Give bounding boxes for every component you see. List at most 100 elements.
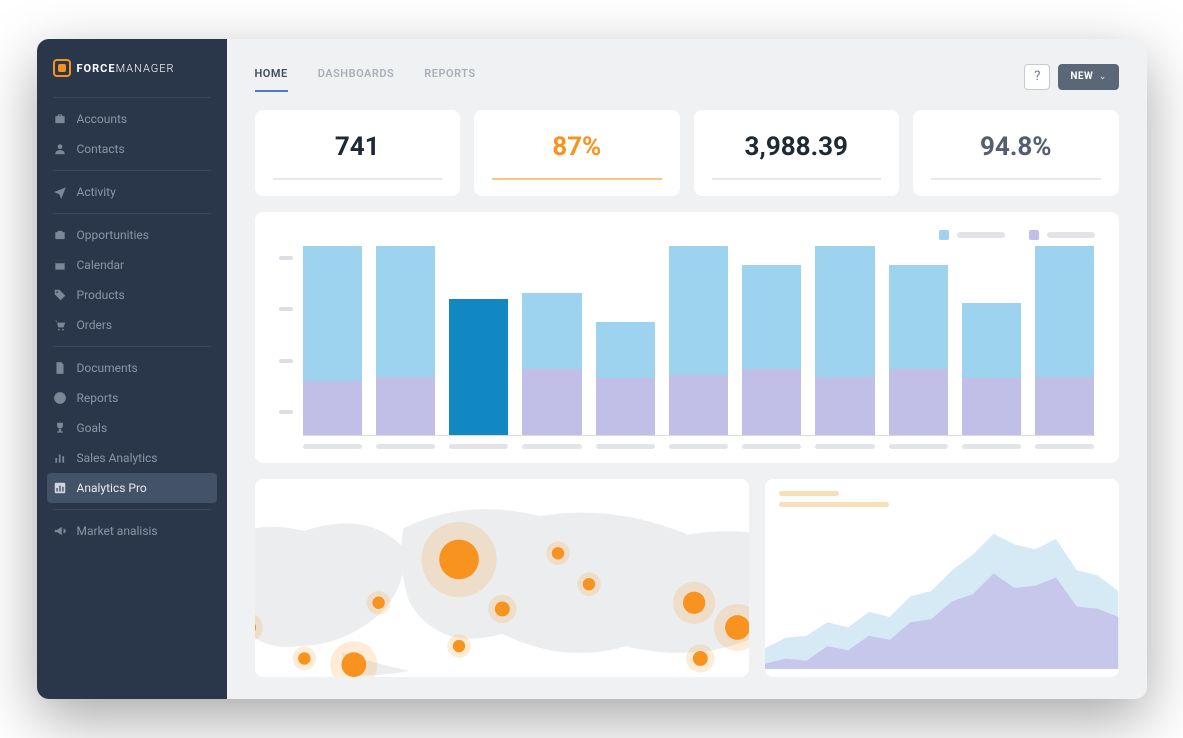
sidebar-item-label: Analytics Pro [77, 481, 147, 495]
sidebar-item-label: Orders [77, 318, 113, 332]
main-content: HOME DASHBOARDS REPORTS ? NEW ⌄ 74187%3,98… [227, 39, 1147, 699]
bar [962, 303, 1021, 435]
bar-column [669, 246, 728, 435]
kpi-card: 94.8% [913, 110, 1119, 196]
bar-column [1035, 246, 1094, 435]
help-icon: ? [1034, 69, 1040, 84]
sidebar-item-market-analisis[interactable]: Market analisis [37, 516, 227, 546]
sidebar-item-activity[interactable]: Activity [37, 177, 227, 207]
bar-segment-bottom [376, 377, 435, 435]
x-label-placeholder [522, 444, 581, 449]
tab-dashboards[interactable]: DASHBOARDS [318, 61, 395, 92]
sidebar-item-label: Contacts [77, 142, 125, 156]
sidebar-item-analytics-pro[interactable]: Analytics Pro [47, 473, 217, 503]
sidebar-item-documents[interactable]: Documents [37, 353, 227, 383]
x-label-placeholder [303, 444, 362, 449]
bar-segment-top [669, 246, 728, 375]
area-chart-card [765, 479, 1118, 677]
placeholder-line [779, 502, 889, 507]
tag-icon [53, 288, 67, 302]
bar [596, 322, 655, 435]
y-axis [279, 246, 303, 436]
bar-segment-bottom [962, 378, 1021, 435]
sidebar-item-calendar[interactable]: Calendar [37, 250, 227, 280]
sidebar-item-reports[interactable]: Reports [37, 383, 227, 413]
bar-segment-top [303, 246, 362, 381]
x-label-placeholder [889, 444, 948, 449]
sidebar: FORCEMANAGER AccountsContactsActivityOpp… [37, 39, 227, 699]
chevron-down-icon: ⌄ [1099, 72, 1106, 81]
bars-icon [53, 451, 67, 465]
x-label-placeholder [962, 444, 1021, 449]
header-row: HOME DASHBOARDS REPORTS ? NEW ⌄ [255, 61, 1119, 92]
bar-segment-top [376, 246, 435, 377]
map-card [255, 479, 750, 677]
sidebar-item-sales-analytics[interactable]: Sales Analytics [37, 443, 227, 473]
bar-chart [279, 246, 1095, 436]
x-label-placeholder [596, 444, 655, 449]
map-hotspot [725, 615, 750, 640]
divider [53, 97, 211, 98]
trophy-icon [53, 421, 67, 435]
x-label-placeholder [669, 444, 728, 449]
map-hotspot [439, 540, 479, 580]
map-hotspot [683, 592, 705, 614]
sidebar-item-label: Accounts [77, 112, 128, 126]
plane-icon [53, 185, 67, 199]
header-actions: ? NEW ⌄ [1024, 64, 1118, 90]
sidebar-item-orders[interactable]: Orders [37, 310, 227, 340]
sidebar-item-label: Sales Analytics [77, 451, 158, 465]
bar-segment-bottom [596, 378, 655, 435]
tab-home[interactable]: HOME [255, 61, 288, 92]
divider [53, 213, 211, 214]
bar-column [742, 246, 801, 435]
bar-segment-top [522, 293, 581, 369]
bar-segment-top [1035, 246, 1094, 377]
kpi-value: 94.8% [980, 132, 1052, 162]
sidebar-item-label: Activity [77, 185, 116, 199]
map-hotspot [551, 547, 563, 559]
nav: Accounts Contacts Activity OpportunitiesCal… [37, 104, 227, 546]
kpi-underline [931, 178, 1101, 180]
bar-column [596, 246, 655, 435]
map-hotspot [298, 652, 310, 664]
new-button[interactable]: NEW ⌄ [1058, 64, 1118, 90]
bar [669, 246, 728, 435]
bar [889, 265, 948, 435]
sidebar-item-label: Goals [77, 421, 108, 435]
bar [742, 265, 801, 435]
kpi-card: 87% [474, 110, 680, 196]
bottom-row [255, 479, 1119, 677]
bar-segment-top [889, 265, 948, 369]
help-button[interactable]: ? [1024, 64, 1050, 90]
kpi-card: 741 [255, 110, 461, 196]
sidebar-item-products[interactable]: Products [37, 280, 227, 310]
legend-item [1029, 230, 1095, 240]
sidebar-item-opportunities[interactable]: Opportunities [37, 220, 227, 250]
world-map [255, 479, 750, 677]
tab-reports[interactable]: REPORTS [424, 61, 475, 92]
person-icon [53, 142, 67, 156]
bar-column [376, 246, 435, 435]
divider [53, 509, 211, 510]
bar-chart-card [255, 212, 1119, 463]
sidebar-item-accounts[interactable]: Accounts [37, 104, 227, 134]
map-hotspot [341, 652, 366, 677]
bar [522, 293, 581, 435]
map-hotspot [692, 651, 707, 666]
y-tick [279, 256, 293, 260]
bar [1035, 246, 1094, 435]
megaphone-icon [53, 524, 67, 538]
bar-segment-bottom [815, 377, 874, 435]
sidebar-item-goals[interactable]: Goals [37, 413, 227, 443]
legend-item [939, 230, 1005, 240]
divider [53, 346, 211, 347]
area-chart [765, 513, 1118, 669]
bar [303, 246, 362, 435]
bar [449, 299, 508, 435]
legend-swatch [1029, 230, 1039, 240]
bar-column [449, 246, 508, 435]
bar-column [889, 246, 948, 435]
kpi-card: 3,988.39 [694, 110, 900, 196]
sidebar-item-contacts[interactable]: Contacts [37, 134, 227, 164]
